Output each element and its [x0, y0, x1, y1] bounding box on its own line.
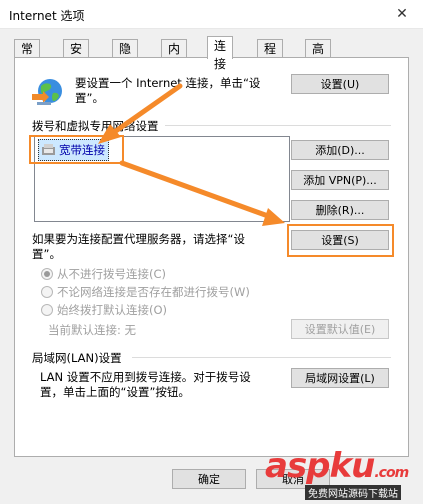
highlight-settings-box	[287, 224, 394, 257]
default-connection-value: 无	[124, 323, 137, 337]
setup-text-line2: 置”。	[75, 91, 104, 105]
dialup-divider	[165, 125, 391, 126]
proxy-text-line2: 置”。	[32, 247, 61, 261]
lan-description: LAN 设置不应用到拨号连接。对于拨号设 置，单击上面的“设置”按钮。	[40, 370, 295, 400]
lan-heading: 局域网(LAN)设置	[32, 351, 122, 365]
title-bar: Internet 选项 ✕	[0, 0, 423, 29]
radio-dial-whenever-label: 不论网络连接是否存在都进行拨号(W)	[57, 285, 250, 299]
radio-always-dial-label: 始终拨打默认连接(O)	[57, 303, 168, 317]
tab-content[interactable]: 内容	[161, 39, 188, 74]
dialup-heading: 拨号和虚拟专用网络设置	[32, 119, 159, 133]
tab-advanced[interactable]: 高级	[305, 39, 332, 74]
lan-text-line1: LAN 设置不应用到拨号连接。对于拨号设	[40, 370, 251, 384]
remove-connection-button[interactable]: 删除(R)...	[291, 200, 389, 220]
default-connection-caption: 当前默认连接:	[48, 323, 121, 337]
radio-never-dial-label: 从不进行拨号连接(C)	[57, 267, 167, 281]
add-vpn-button[interactable]: 添加 VPN(P)...	[291, 170, 389, 190]
setup-description: 要设置一个 Internet 连接，单击“设 置”。	[75, 76, 285, 106]
tab-general[interactable]: 常规	[14, 39, 41, 74]
radio-always-dial[interactable]	[41, 304, 53, 316]
setup-text-line1: 要设置一个 Internet 连接，单击“设	[75, 76, 261, 90]
tab-programs[interactable]: 程序	[257, 39, 284, 74]
watermark-logo: aspku.com	[265, 446, 409, 486]
proxy-description: 如果要为连接配置代理服务器，请选择“设 置”。	[32, 232, 290, 262]
window-title: Internet 选项	[9, 9, 85, 23]
lan-settings-button[interactable]: 局域网设置(L)	[291, 368, 389, 388]
lan-text-line2: 置，单击上面的“设置”按钮。	[40, 385, 190, 399]
tab-security[interactable]: 安全	[63, 39, 90, 74]
setup-button[interactable]: 设置(U)	[291, 74, 389, 94]
globe-connection-icon	[32, 79, 62, 105]
proxy-text-line1: 如果要为连接配置代理服务器，请选择“设	[32, 232, 245, 246]
radio-never-dial[interactable]	[41, 268, 53, 280]
close-icon[interactable]: ✕	[387, 3, 417, 25]
ok-button[interactable]: 确定	[172, 469, 246, 489]
tab-connections[interactable]: 连接	[207, 36, 234, 71]
connections-panel: 要设置一个 Internet 连接，单击“设 置”。 设置(U) 拨号和虚拟专用…	[14, 57, 409, 457]
add-connection-button[interactable]: 添加(D)...	[291, 140, 389, 160]
watermark-suffix: .com	[374, 465, 409, 481]
watermark-brand: aspku	[265, 446, 375, 486]
radio-dial-whenever[interactable]	[41, 286, 53, 298]
watermark-tagline: 免费网站源码下载站	[305, 485, 401, 500]
tab-privacy[interactable]: 隐私	[112, 39, 139, 74]
highlight-broadband-box	[29, 135, 124, 164]
lan-divider	[132, 357, 391, 358]
set-default-button[interactable]: 设置默认值(E)	[291, 319, 389, 339]
default-connection-label: 当前默认连接: 无	[48, 322, 136, 338]
